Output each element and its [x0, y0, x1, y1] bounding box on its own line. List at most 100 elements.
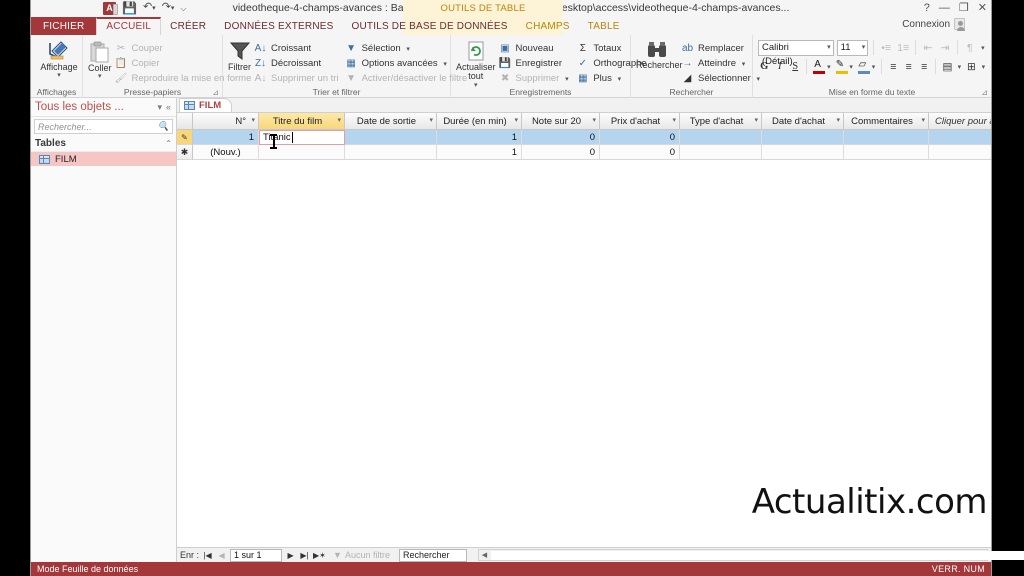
text-format-dialog-launcher[interactable]: ⊿ [981, 88, 988, 97]
chevron-down-icon[interactable]: ▾ [429, 116, 433, 124]
column-header-type-dachat[interactable]: Type d'achat ▾ [680, 113, 762, 130]
document-tab-film[interactable]: FILM [179, 98, 233, 112]
increase-indent-button[interactable]: ⇥ [938, 40, 952, 56]
restore-button[interactable]: ❐ [959, 0, 969, 16]
chevron-down-icon[interactable]: ▾ [848, 63, 853, 71]
column-header-titre-du-film[interactable]: Titre du film ▾ [259, 113, 345, 130]
chevron-down-icon[interactable]: ▾ [836, 116, 840, 124]
select-button[interactable]: ◢ Sélectionner ▾ [678, 71, 765, 86]
cell-titre-du-film-new[interactable] [259, 145, 345, 160]
previous-record-button[interactable]: ◀ [216, 551, 227, 560]
navigation-search-box[interactable]: Rechercher... 🔍 [34, 119, 173, 134]
save-icon[interactable]: 💾 [122, 1, 137, 15]
scroll-left-arrow[interactable]: ◀ [479, 551, 490, 559]
chevron-down-icon[interactable]: ▾ [871, 63, 876, 71]
search-input[interactable]: Rechercher [398, 548, 467, 562]
redo-icon[interactable]: ↷▾ [162, 1, 175, 15]
cell-numero[interactable]: 1 [193, 130, 259, 145]
new-record-button[interactable]: ▣ Nouveau [496, 41, 574, 56]
decrease-indent-button[interactable]: ⇤ [921, 40, 935, 56]
last-record-button[interactable]: ▶| [299, 551, 310, 560]
cell-duree-new[interactable]: 1 [437, 145, 522, 160]
scrollbar-thumb[interactable] [490, 551, 1024, 560]
filter-status[interactable]: ▼ Aucun filtre [333, 550, 390, 560]
tab-creer[interactable]: CRÉER [161, 17, 215, 35]
customize-qat-icon[interactable]: ⌵ [180, 2, 186, 15]
chevron-down-icon[interactable]: ▾ [337, 116, 341, 124]
datasheet-format-button[interactable]: ▤ [941, 59, 953, 75]
chevron-down-icon[interactable]: ▾ [957, 63, 962, 71]
paste-button[interactable]: Coller ▾ [88, 37, 112, 86]
tab-donnees-externes[interactable]: DONNÉES EXTERNES [215, 17, 342, 35]
chevron-down-icon[interactable]: ▾ [826, 63, 831, 71]
cell-date-de-sortie-new[interactable] [345, 145, 437, 160]
font-size-combo[interactable]: 11 [836, 39, 869, 56]
horizontal-scrollbar[interactable]: ◀ [477, 549, 1024, 561]
cell-commentaires-new[interactable] [844, 145, 929, 160]
save-record-button[interactable]: 💾 Enregistrer [496, 56, 574, 71]
tab-fichier[interactable]: FICHIER [31, 17, 97, 35]
chevron-down-icon[interactable]: ▾ [981, 63, 986, 71]
align-left-button[interactable]: ≡ [887, 59, 899, 75]
table-row[interactable]: ✎ 1 Titanic 1 0 0 [177, 130, 991, 145]
row-selector-edit[interactable]: ✎ [177, 130, 193, 145]
cell-commentaires[interactable] [844, 130, 929, 145]
align-right-button[interactable]: ≡ [918, 59, 930, 75]
numbering-button[interactable]: 1≡ [896, 40, 910, 56]
filter-button[interactable]: Filtrer [228, 37, 251, 86]
tab-outils-base-de-donnees[interactable]: OUTILS DE BASE DE DONNÉES [343, 17, 517, 35]
goto-button[interactable]: → Atteindre ▾ [678, 56, 765, 71]
undo-icon[interactable]: ↶▾ [143, 1, 156, 15]
row-selector-new[interactable]: ✱ [177, 145, 193, 160]
clear-sort-button[interactable]: A↓ Supprimer un tri [251, 71, 342, 86]
cell-date-dachat-new[interactable] [762, 145, 844, 160]
minimize-button[interactable]: — [939, 0, 950, 16]
tab-table[interactable]: TABLE [579, 17, 629, 35]
close-button[interactable]: ✕ [978, 0, 987, 16]
column-header-commentaires[interactable]: Commentaires ▾ [844, 113, 929, 130]
cell-prix-dachat-new[interactable]: 0 [600, 145, 680, 160]
highlight-button[interactable]: ✎ [835, 59, 848, 75]
cell-note-sur-20[interactable]: 0 [522, 130, 600, 145]
tab-accueil[interactable]: ACCUEIL [96, 17, 162, 35]
refresh-all-button[interactable]: Actualiser tout ▾ [456, 37, 496, 89]
fill-color-button[interactable]: ▱ [857, 59, 870, 75]
sort-descending-button[interactable]: Z↓ Décroissant [251, 56, 342, 71]
tab-champs[interactable]: CHAMPS [517, 17, 579, 35]
align-center-button[interactable]: ≡ [903, 59, 915, 75]
chevron-down-icon[interactable]: ▾ [251, 116, 255, 124]
cell-duree[interactable]: 1 [437, 130, 522, 145]
cell-prix-dachat[interactable]: 0 [600, 130, 680, 145]
font-color-button[interactable]: A [812, 59, 826, 75]
cell-type-dachat[interactable] [680, 130, 762, 145]
chevron-down-icon[interactable]: ▾ [754, 116, 758, 124]
sort-ascending-button[interactable]: A↓ Croissant [251, 41, 342, 56]
view-button[interactable]: Affichage ▾ [36, 37, 82, 80]
dropdown-icon[interactable]: ▾ [155, 102, 164, 113]
cell-numero-new[interactable]: (Nouv.) [193, 145, 259, 160]
table-row-new[interactable]: ✱ (Nouv.) 1 0 0 [177, 145, 991, 160]
chevron-down-icon[interactable]: ▾ [980, 44, 986, 52]
help-button[interactable]: ? [924, 0, 930, 16]
column-header-prix-dachat[interactable]: Prix d'achat ▾ [600, 113, 680, 130]
record-position-input[interactable]: 1 sur 1 [230, 548, 283, 562]
clipboard-dialog-launcher[interactable]: ⊿ [212, 88, 219, 97]
bullets-button[interactable]: •≡ [879, 40, 893, 56]
cell-note-sur-20-new[interactable]: 0 [522, 145, 600, 160]
gridlines-button[interactable]: ⊞ [965, 59, 977, 75]
delete-record-button[interactable]: ✖ Supprimer ▾ [496, 71, 574, 86]
column-header-date-dachat[interactable]: Date d'achat ▾ [762, 113, 844, 130]
cell-date-dachat[interactable] [762, 130, 844, 145]
chevron-down-icon[interactable]: ▾ [921, 116, 925, 124]
chevron-down-icon[interactable]: ▾ [592, 116, 596, 124]
column-header-duree-en-min[interactable]: Durée (en min) ▾ [437, 113, 522, 130]
column-header-numero[interactable]: N° ▾ [193, 113, 259, 130]
chevron-down-icon[interactable]: ▾ [514, 116, 518, 124]
find-button[interactable]: Rechercher [636, 37, 683, 86]
sign-in-control[interactable]: Connexion [902, 18, 965, 31]
column-header-note-sur-20[interactable]: Note sur 20 ▾ [522, 113, 600, 130]
first-record-button[interactable]: |◀ [202, 551, 213, 560]
text-direction-button[interactable]: ¶ [963, 40, 977, 56]
collapse-icon[interactable]: « [164, 102, 173, 112]
cell-date-de-sortie[interactable] [345, 130, 437, 145]
